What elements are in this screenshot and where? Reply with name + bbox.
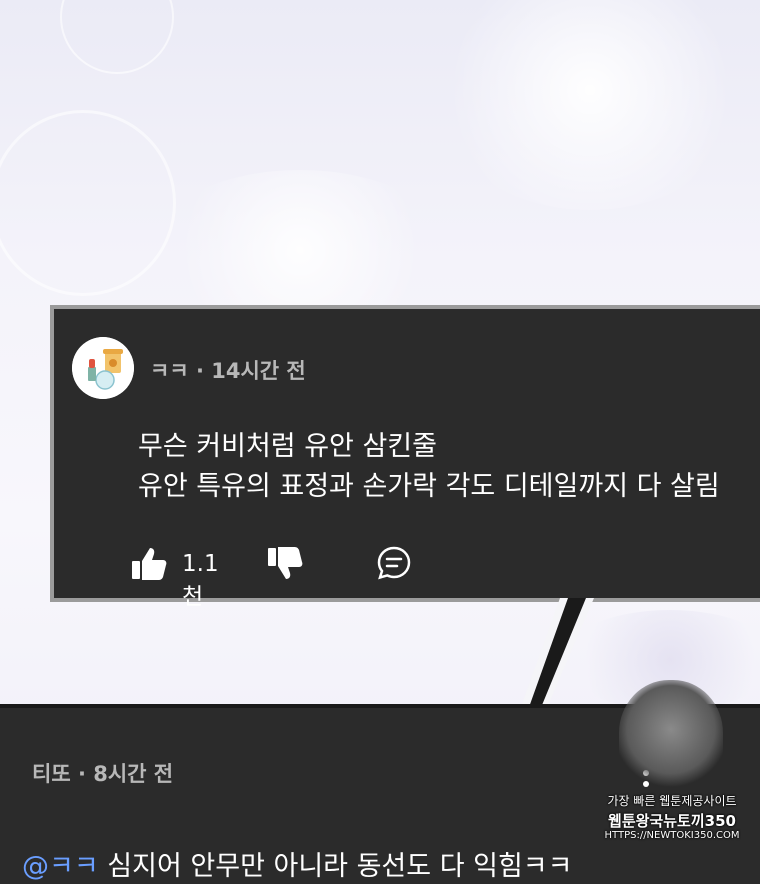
- comment-line: 유안 특유의 표정과 손가락 각도 디테일까지 다 살림: [138, 471, 720, 502]
- comment-author[interactable]: 티또: [32, 762, 71, 786]
- thumbs-down-icon[interactable]: [266, 545, 304, 587]
- watermark-line: 가장 빠른 웹툰제공사이트: [607, 794, 737, 808]
- thumbs-up-icon[interactable]: [130, 545, 168, 587]
- comment-time: · 14시간 전: [195, 359, 306, 383]
- watermark-line: 웹툰왕국뉴토끼350: [608, 812, 736, 830]
- comment-meta: 티또 · 8시간 전: [32, 758, 173, 788]
- site-watermark: 가장 빠른 웹툰제공사이트 웹툰왕국뉴토끼350 HTTPS://NEWTOKI…: [597, 680, 747, 868]
- reply-body: @ㅋㅋ 심지어 안무만 아니라 동선도 다 익힘ㅋㅋ: [22, 844, 572, 883]
- like-count: 1.1천: [182, 551, 219, 610]
- comment-card: ㅋㅋ · 14시간 전 무슨 커비처럼 유안 삼킨줄 유안 특유의 표정과 손가…: [50, 305, 760, 610]
- reply-content: 심지어 안무만 아니라 동선도 다 익힘ㅋㅋ: [107, 851, 573, 882]
- mention-link[interactable]: @ㅋㅋ: [22, 851, 99, 882]
- watermark-mascot: [619, 680, 723, 790]
- reply-bubble-icon[interactable]: [376, 545, 412, 585]
- avatar-snacks-icon[interactable]: [72, 337, 134, 399]
- speech-tail: [520, 598, 594, 710]
- comment-body: 무슨 커비처럼 유안 삼킨줄 유안 특유의 표정과 손가락 각도 디테일까지 다…: [138, 427, 720, 507]
- light-glow: [430, 0, 750, 210]
- watermark-line: HTTPS://NEWTOKI350.COM: [604, 830, 740, 841]
- comment-author[interactable]: ㅋㅋ: [150, 359, 189, 383]
- light-ring: [60, 0, 174, 74]
- comment-meta: ㅋㅋ · 14시간 전: [150, 355, 306, 385]
- comment-line: 무슨 커비처럼 유안 삼킨줄: [138, 431, 437, 462]
- light-ring: [0, 110, 176, 296]
- comment-time: · 8시간 전: [77, 762, 174, 786]
